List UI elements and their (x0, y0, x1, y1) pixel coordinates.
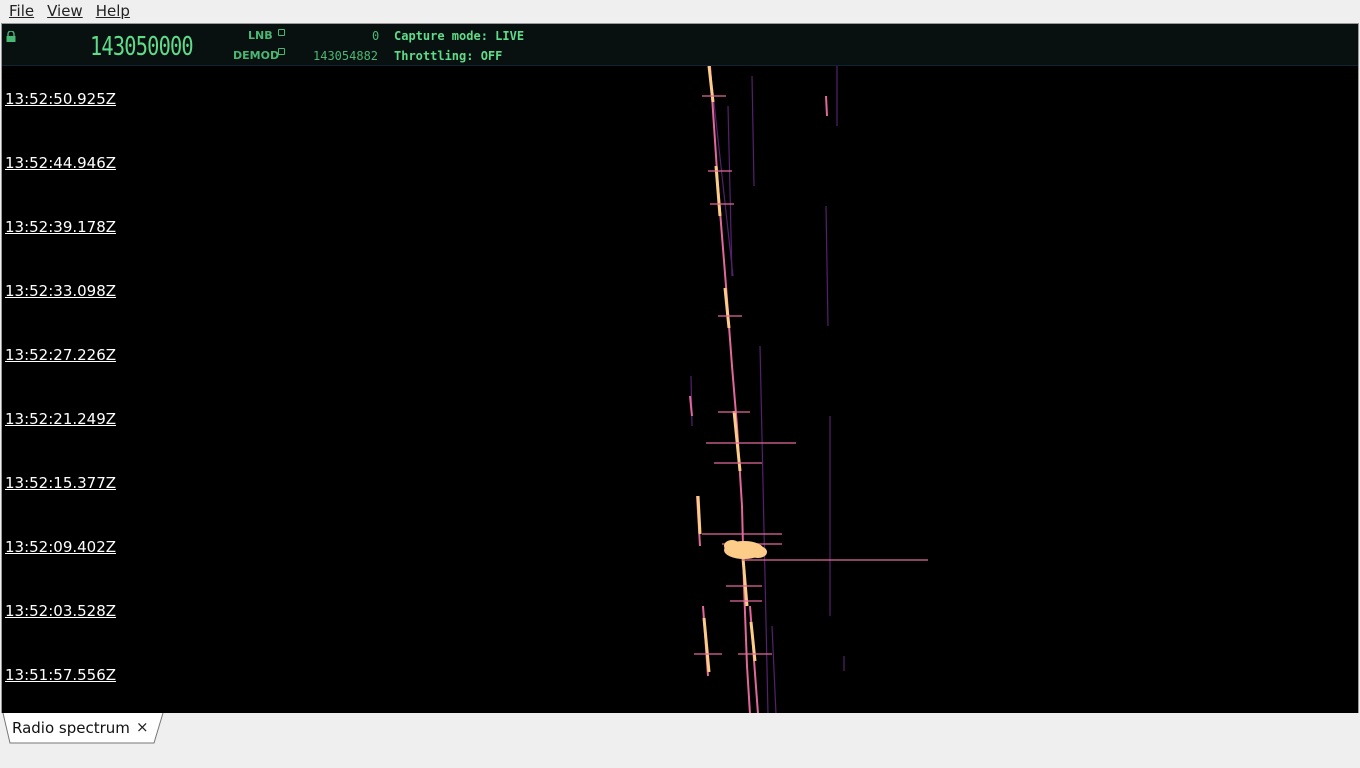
timestamp-label: 13:52:44.946Z (5, 154, 117, 172)
timestamp-label: 13:52:15.377Z (5, 474, 117, 492)
lnb-label: LNB (248, 29, 273, 42)
status-header: 143050000 LNB 0 DEMOD 143054882 Capture … (2, 24, 1358, 66)
tab-bar: Radio spectrum × (0, 713, 1360, 768)
timestamp-label: 13:52:39.178Z (5, 218, 117, 236)
demod-label: DEMOD (233, 49, 280, 62)
timestamp-label: 13:52:50.925Z (5, 90, 117, 108)
timestamp-label: 13:52:21.249Z (5, 410, 117, 428)
waterfall-display[interactable]: 13:52:50.925Z 13:52:44.946Z 13:52:39.178… (2, 66, 1358, 714)
close-icon[interactable]: × (136, 718, 149, 736)
demod-value[interactable]: 143054882 (313, 49, 378, 63)
timestamp-label: 13:52:27.226Z (5, 346, 117, 364)
timestamp-label: 13:52:03.528Z (5, 602, 117, 620)
capture-mode: Capture mode: LIVE (394, 29, 525, 43)
menu-help[interactable]: Help (87, 2, 134, 20)
center-frequency[interactable]: 143050000 (90, 32, 194, 62)
lnb-value[interactable]: 0 (372, 29, 379, 43)
lnb-lock-icon[interactable] (278, 29, 285, 36)
timestamp-label: 13:52:33.098Z (5, 282, 117, 300)
spectrum-panel: 143050000 LNB 0 DEMOD 143054882 Capture … (1, 23, 1359, 715)
waterfall-graphic (2, 66, 1358, 714)
tab-label: Radio spectrum (12, 719, 130, 737)
throttling: Throttling: OFF (394, 49, 503, 63)
menu-file[interactable]: File (0, 2, 38, 20)
lock-icon[interactable] (6, 31, 16, 42)
tab-radio-spectrum[interactable]: Radio spectrum × (2, 713, 164, 744)
timestamp-label: 13:51:57.556Z (5, 666, 117, 684)
menubar: File View Help (0, 0, 1360, 22)
menu-view[interactable]: View (38, 2, 87, 20)
timestamp-label: 13:52:09.402Z (5, 538, 117, 556)
demod-lock-icon[interactable] (278, 48, 285, 55)
